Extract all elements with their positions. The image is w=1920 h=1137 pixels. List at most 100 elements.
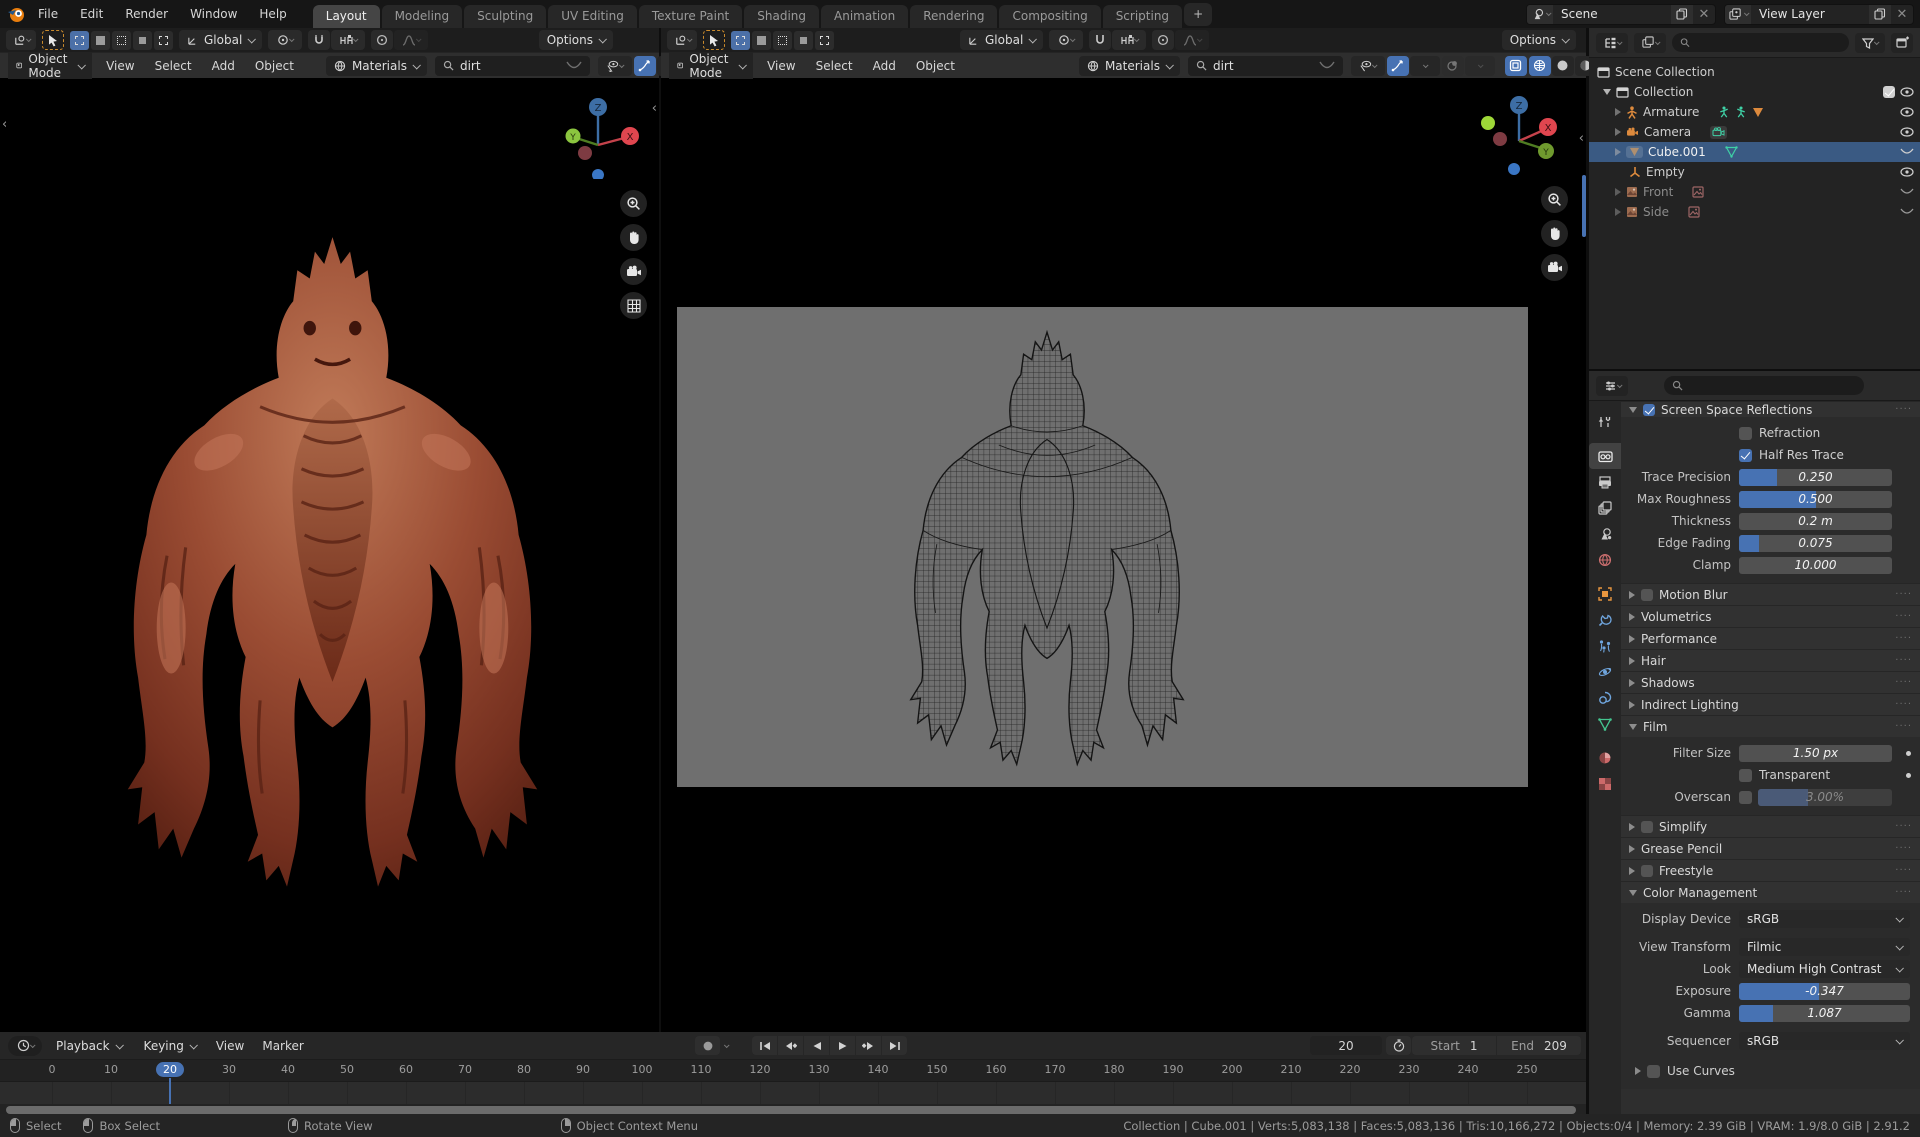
camera-view-button-right[interactable] xyxy=(1541,254,1568,281)
visibility-closed-eye-icon[interactable] xyxy=(1900,188,1914,196)
tab-world[interactable] xyxy=(1589,547,1621,573)
overscan-slider[interactable]: 3.00% xyxy=(1758,789,1892,806)
editor-type-timeline-button[interactable] xyxy=(8,1036,42,1056)
pan-hand-button[interactable] xyxy=(620,224,647,251)
panel-grip[interactable]: ···· xyxy=(1895,821,1912,832)
visibility-eye-icon[interactable] xyxy=(1900,167,1914,177)
thickness-field[interactable]: 0.2 m xyxy=(1739,513,1892,530)
scene-unlink-button[interactable]: ✕ xyxy=(1693,5,1715,24)
jump-to-end-button[interactable] xyxy=(882,1036,907,1055)
max-roughness-slider[interactable]: 0.500 xyxy=(1739,491,1892,508)
visibility-closed-eye-icon[interactable] xyxy=(1900,208,1914,216)
show-gizmo-toggle[interactable] xyxy=(634,56,656,76)
section-film[interactable]: Film···· xyxy=(1621,715,1920,737)
viewport-scrollbar[interactable] xyxy=(1582,175,1586,237)
add-menu[interactable]: Add xyxy=(206,56,241,76)
active-tool-select-icon-right[interactable] xyxy=(703,30,725,50)
tab-modifiers[interactable] xyxy=(1589,607,1621,633)
pivot-point-dropdown[interactable] xyxy=(268,30,302,50)
shading-solid-button[interactable] xyxy=(1552,56,1574,76)
sequencer-select[interactable]: sRGB xyxy=(1739,1032,1910,1050)
menu-render[interactable]: Render xyxy=(115,4,178,24)
select-mode-lasso[interactable] xyxy=(133,31,152,50)
animate-dot[interactable] xyxy=(1906,773,1911,778)
object-menu-right[interactable]: Object xyxy=(910,56,961,76)
timeline-scrollbar-thumb[interactable] xyxy=(6,1106,1576,1114)
gizmo-dropdown-right[interactable] xyxy=(1410,56,1440,76)
outliner-item-scene-collection[interactable]: Scene Collection xyxy=(1589,62,1920,82)
outliner-search[interactable] xyxy=(1672,33,1849,52)
panel-grip[interactable]: ···· xyxy=(1895,633,1912,644)
panel-grip[interactable]: ···· xyxy=(1895,699,1912,710)
view-layer-icon[interactable] xyxy=(1725,5,1751,24)
shading-wireframe-button[interactable] xyxy=(1529,56,1551,76)
view-transform-select[interactable]: Filmic xyxy=(1739,938,1910,956)
select-mode-extend-right[interactable] xyxy=(815,31,834,50)
pivot-point-dropdown-right[interactable] xyxy=(1049,30,1083,50)
view-layer-new-button[interactable] xyxy=(1869,5,1891,24)
viewport-canvas-right[interactable]: Z X Y ‹ xyxy=(661,79,1586,1032)
zoom-button-right[interactable] xyxy=(1541,186,1568,213)
creature-wireframe[interactable] xyxy=(852,317,1242,785)
viewport-search[interactable] xyxy=(435,56,590,76)
tab-render[interactable] xyxy=(1589,443,1621,469)
overscan-checkbox[interactable] xyxy=(1739,791,1752,804)
tab-shading[interactable]: Shading xyxy=(744,5,819,28)
display-device-select[interactable]: sRGB xyxy=(1739,910,1910,928)
viewport-search-right[interactable] xyxy=(1188,56,1343,76)
proportional-edit-toggle-right[interactable] xyxy=(1152,30,1174,50)
properties-search[interactable] xyxy=(1664,376,1864,395)
editor-type-outliner-button[interactable] xyxy=(1596,33,1628,53)
zoom-button[interactable] xyxy=(620,190,647,217)
snap-settings-dropdown-right[interactable] xyxy=(1112,30,1146,50)
outliner-display-mode-dropdown[interactable] xyxy=(1634,33,1666,53)
blender-logo-icon[interactable] xyxy=(6,4,26,24)
visibility-eye-icon[interactable] xyxy=(1900,107,1914,117)
outliner-search-input[interactable] xyxy=(1696,36,1841,50)
viewport-search-input-right[interactable] xyxy=(1213,59,1313,73)
transparent-checkbox[interactable] xyxy=(1739,769,1752,782)
toolbar-expand-arrow[interactable]: ‹ xyxy=(2,117,7,132)
scene-name[interactable]: Scene xyxy=(1553,7,1671,21)
outliner-item-collection[interactable]: Collection xyxy=(1589,82,1920,102)
view-menu[interactable]: View xyxy=(100,56,140,76)
timeline-view-menu[interactable]: View xyxy=(210,1036,250,1056)
auto-keying-toggle[interactable] xyxy=(695,1036,720,1055)
proportional-falloff-dropdown[interactable] xyxy=(394,30,428,50)
panel-grip[interactable]: ···· xyxy=(1895,404,1912,415)
outliner-item-front[interactable]: Front xyxy=(1589,182,1920,202)
use-preview-range-toggle[interactable] xyxy=(1386,1036,1411,1055)
freestyle-checkbox[interactable] xyxy=(1641,865,1653,877)
camera-view-button[interactable] xyxy=(620,258,647,285)
show-gizmo-toggle-right[interactable] xyxy=(1387,56,1409,76)
look-select[interactable]: Medium High Contrast xyxy=(1739,960,1910,978)
proportional-edit-toggle[interactable] xyxy=(371,30,393,50)
edge-fading-slider[interactable]: 0.075 xyxy=(1739,535,1892,552)
section-color-management[interactable]: Color Management···· xyxy=(1621,881,1920,903)
tab-scripting[interactable]: Scripting xyxy=(1103,5,1182,28)
play-button[interactable] xyxy=(830,1036,855,1055)
panel-grip[interactable]: ···· xyxy=(1895,611,1912,622)
pan-hand-button-right[interactable] xyxy=(1541,220,1568,247)
tab-compositing[interactable]: Compositing xyxy=(999,5,1100,28)
transform-orientation-dropdown[interactable]: Global xyxy=(179,30,262,50)
editor-type-3dview-button[interactable] xyxy=(6,30,36,50)
creature-model[interactable] xyxy=(105,171,560,961)
jump-to-start-button[interactable] xyxy=(752,1036,777,1055)
object-visibility-dropdown-right[interactable] xyxy=(1351,56,1385,76)
object-menu[interactable]: Object xyxy=(249,56,300,76)
tab-modeling[interactable]: Modeling xyxy=(382,5,463,28)
tab-tool[interactable] xyxy=(1589,409,1621,435)
visibility-closed-eye-icon[interactable] xyxy=(1900,148,1914,156)
tab-texture-paint[interactable]: Texture Paint xyxy=(639,5,742,28)
overlays-dropdown-right[interactable] xyxy=(1465,56,1495,76)
panel-grip[interactable]: ···· xyxy=(1895,887,1912,898)
select-menu-right[interactable]: Select xyxy=(810,56,859,76)
active-tool-select-icon[interactable] xyxy=(42,30,64,50)
tab-layout[interactable]: Layout xyxy=(313,5,380,28)
view-layer-remove-button[interactable]: ✕ xyxy=(1891,5,1913,24)
navigation-gizmo[interactable]: Z X Y xyxy=(553,87,643,179)
tab-constraints[interactable] xyxy=(1589,685,1621,711)
menu-help[interactable]: Help xyxy=(249,4,296,24)
tab-view-layer[interactable] xyxy=(1589,495,1621,521)
